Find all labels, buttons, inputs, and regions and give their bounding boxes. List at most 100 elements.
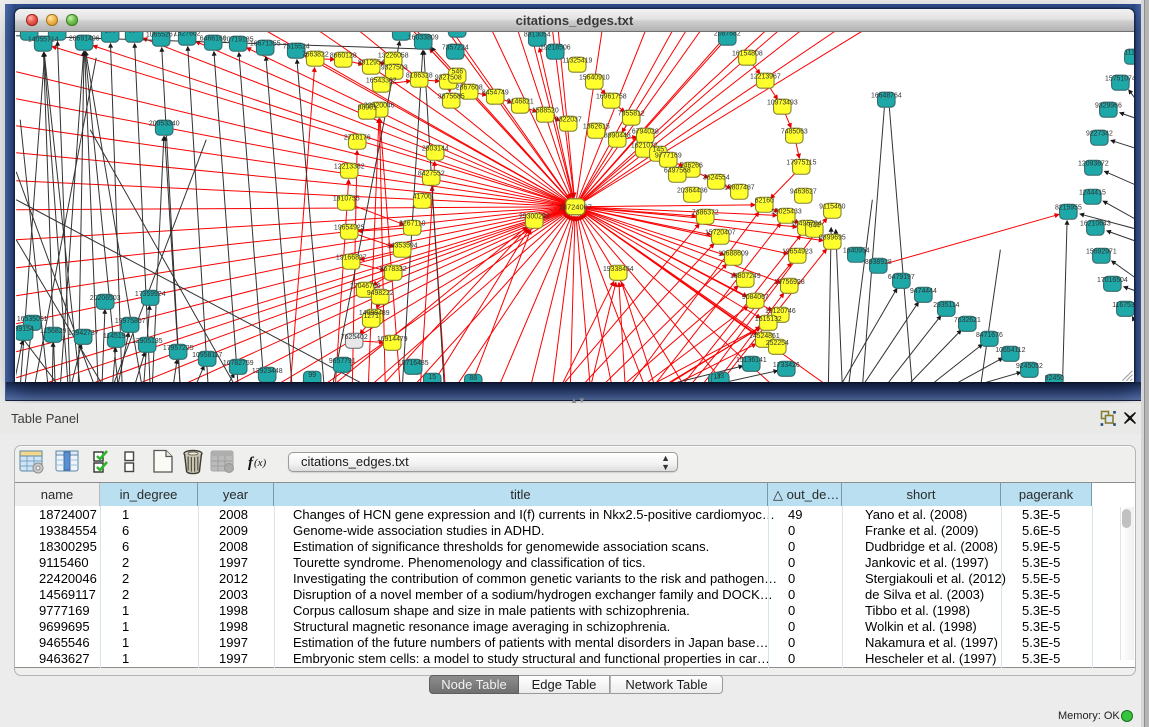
svg-text:6497568: 6497568 (664, 168, 691, 175)
svg-text:7386372: 7386372 (692, 210, 719, 217)
svg-text:7515524: 7515524 (283, 44, 310, 51)
svg-text:8322037: 8322037 (555, 117, 582, 124)
svg-text:1640954: 1640954 (843, 248, 870, 255)
svg-text:20206503: 20206503 (90, 295, 121, 302)
svg-text:1588520: 1588520 (532, 108, 559, 115)
svg-text:1615132: 1615132 (755, 316, 782, 323)
svg-text:20691406: 20691406 (69, 36, 100, 43)
svg-text:252254: 252254 (766, 340, 789, 347)
svg-text:39154: 39154 (16, 326, 34, 333)
svg-text:0899695: 0899695 (819, 235, 846, 242)
svg-text:9329966: 9329966 (1095, 103, 1122, 110)
svg-text:19654923: 19654923 (782, 249, 813, 256)
svg-text:7632621: 7632621 (954, 317, 981, 324)
svg-text:10973493: 10973493 (767, 100, 798, 107)
svg-text:1167531: 1167531 (1112, 302, 1134, 309)
svg-text:10025433: 10025433 (771, 209, 802, 216)
svg-text:6794028: 6794028 (632, 129, 659, 136)
svg-text:25300293: 25300293 (519, 214, 550, 221)
svg-text:9227342: 9227342 (1086, 131, 1113, 138)
svg-text:12213382: 12213382 (334, 164, 365, 171)
svg-text:8454749: 8454749 (482, 90, 509, 97)
svg-text:2087682: 2087682 (714, 31, 741, 38)
svg-text:1244415: 1244415 (1079, 190, 1106, 197)
svg-text:11325419: 11325419 (562, 58, 592, 65)
svg-text:1271: 1271 (364, 313, 379, 320)
svg-text:16210643: 16210643 (1080, 221, 1111, 228)
svg-text:9115460: 9115460 (819, 204, 845, 211)
svg-text:8990448: 8990448 (604, 133, 631, 140)
svg-text:10958117: 10958117 (192, 352, 222, 359)
svg-text:9084067: 9084067 (742, 294, 769, 301)
svg-text:8267110: 8267110 (399, 221, 425, 228)
svg-text:14055714: 14055714 (28, 37, 59, 44)
svg-text:17046766: 17046766 (350, 283, 381, 290)
svg-text:1527602: 1527602 (174, 31, 201, 38)
svg-text:19654925: 19654925 (334, 225, 365, 232)
svg-text:14353594: 14353594 (387, 243, 418, 250)
svg-text:11124: 11124 (1124, 50, 1134, 57)
svg-text:18724007: 18724007 (559, 203, 592, 212)
svg-text:7485063: 7485063 (781, 129, 808, 136)
svg-text:13226058: 13226058 (378, 53, 409, 60)
svg-text:2718176: 2718176 (344, 135, 371, 142)
svg-text:17016504: 17016504 (1097, 277, 1128, 284)
svg-text:1156829: 1156829 (40, 328, 66, 335)
svg-text:16543362: 16543362 (366, 78, 397, 85)
svg-text:18807249: 18807249 (730, 273, 761, 280)
svg-text:14524861: 14524861 (749, 333, 780, 340)
svg-text:16535051: 16535051 (17, 316, 48, 323)
svg-text:9498222: 9498222 (367, 290, 394, 297)
svg-text:17359924: 17359924 (135, 291, 166, 298)
svg-text:1910755: 1910755 (333, 196, 360, 203)
svg-text:10655267: 10655267 (146, 32, 177, 39)
svg-text:8471676: 8471676 (976, 332, 1003, 339)
svg-text:7625402: 7625402 (341, 334, 368, 341)
svg-text:15720407: 15720407 (705, 230, 736, 237)
svg-text:8678332: 8678332 (380, 266, 407, 273)
svg-text:10654112: 10654112 (995, 347, 1025, 354)
svg-text:16782759: 16782759 (223, 360, 254, 367)
svg-text:8938928: 8938928 (865, 259, 892, 266)
svg-text:16671355: 16671355 (250, 41, 281, 48)
svg-text:17975115: 17975115 (786, 160, 816, 167)
svg-text:20364436: 20364436 (677, 188, 708, 195)
svg-text:105: 105 (104, 31, 116, 35)
svg-text:7357224: 7357224 (442, 45, 469, 52)
svg-text:3624554: 3624554 (703, 175, 730, 182)
svg-text:8427552: 8427552 (418, 171, 445, 178)
svg-text:16914479: 16914479 (377, 336, 408, 343)
svg-text:62160: 62160 (755, 198, 774, 205)
svg-text:15: 15 (428, 374, 436, 381)
svg-text:19756928: 19756928 (774, 279, 805, 286)
svg-text:1733426: 1733426 (773, 362, 800, 369)
svg-text:16961758: 16961758 (596, 94, 627, 101)
svg-text:7955812: 7955812 (618, 111, 645, 118)
svg-text:1145194: 1145194 (103, 333, 129, 340)
svg-text:16154808: 16154808 (732, 51, 763, 58)
svg-text:12093872: 12093872 (1078, 161, 1109, 168)
svg-text:9245052: 9245052 (1016, 363, 1043, 370)
svg-text:15751074: 15751074 (1105, 76, 1134, 83)
svg-text:12213967: 12213967 (750, 74, 781, 81)
svg-text:15640910: 15640910 (579, 75, 610, 82)
svg-text:15136141: 15136141 (736, 357, 767, 364)
svg-text:9146821: 9146821 (507, 99, 534, 106)
svg-text:19338454: 19338454 (603, 266, 634, 273)
svg-text:3875685: 3875685 (438, 94, 465, 101)
svg-text:9327508: 9327508 (435, 75, 462, 82)
svg-text:9657791: 9657791 (329, 358, 356, 365)
svg-text:2935114: 2935114 (933, 302, 959, 309)
svg-text:8215955: 8215955 (1055, 205, 1082, 212)
svg-text:88: 88 (469, 375, 477, 382)
svg-text:9777169: 9777169 (655, 153, 682, 160)
svg-text:12905135: 12905135 (132, 338, 163, 345)
svg-text:19218506: 19218506 (540, 45, 571, 52)
svg-text:2803144: 2803144 (422, 146, 449, 153)
svg-text:9474444: 9474444 (910, 288, 937, 295)
svg-text:10688609: 10688609 (718, 251, 749, 258)
svg-text:15716485: 15716485 (398, 360, 429, 367)
svg-text:9463627: 9463627 (790, 189, 817, 196)
svg-text:8660128: 8660128 (330, 53, 357, 60)
svg-text:19975867: 19975867 (115, 318, 146, 325)
